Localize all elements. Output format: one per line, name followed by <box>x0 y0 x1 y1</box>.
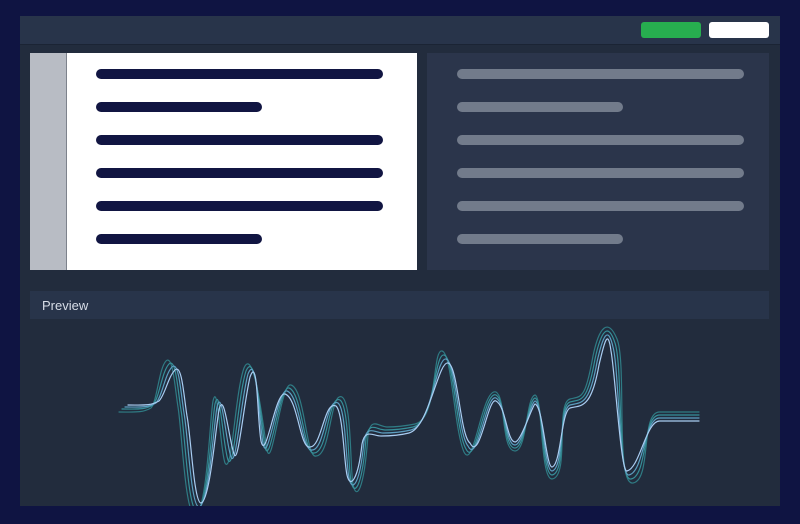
source-text-line <box>96 234 262 244</box>
source-text-line <box>96 102 262 112</box>
source-text-line <box>96 201 383 211</box>
translation-text-line <box>457 201 744 211</box>
audio-waveform-icon <box>118 326 700 506</box>
preview-header: Preview <box>30 291 769 319</box>
primary-action-button[interactable] <box>641 22 701 38</box>
preview-title: Preview <box>42 298 89 313</box>
translation-text-line <box>457 135 744 145</box>
waveform-stroke-inner <box>127 338 700 504</box>
translation-text-line <box>457 234 623 244</box>
source-text-editor[interactable] <box>30 53 417 270</box>
app-window: Preview <box>20 16 780 506</box>
source-text-line <box>96 69 383 79</box>
line-number-gutter <box>30 53 67 270</box>
secondary-action-button[interactable] <box>709 22 769 38</box>
source-text-line <box>96 168 383 178</box>
source-text-line <box>96 135 383 145</box>
top-toolbar <box>20 16 780 45</box>
translation-text-line <box>457 102 623 112</box>
translation-panel <box>427 53 769 270</box>
translation-text-line <box>457 168 744 178</box>
translation-text-line <box>457 69 744 79</box>
